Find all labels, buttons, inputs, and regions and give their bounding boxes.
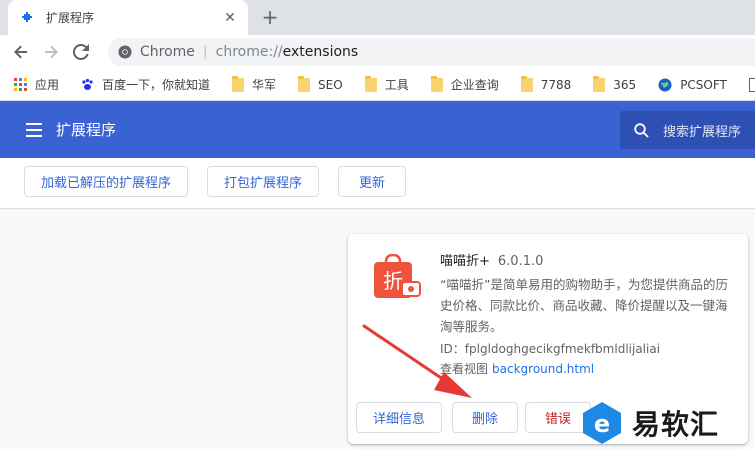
puzzle-icon bbox=[20, 10, 36, 26]
folder-icon bbox=[298, 75, 311, 92]
bookmark-folder-huajun[interactable]: 华军 bbox=[232, 75, 277, 93]
bookmark-folder-company[interactable]: 企业查询 bbox=[430, 75, 499, 93]
omnibox-separator: | bbox=[202, 44, 208, 60]
close-icon[interactable]: ✕ bbox=[222, 10, 238, 26]
load-unpacked-button[interactable]: 加载已解压的扩展程序 bbox=[24, 166, 188, 197]
folder-icon bbox=[593, 75, 606, 92]
bookmark-label: 工具 bbox=[384, 78, 409, 92]
folder-icon bbox=[520, 75, 533, 92]
details-button[interactable]: 详细信息 bbox=[356, 402, 442, 433]
bookmark-page[interactable]: 1 bbox=[748, 77, 755, 92]
bookmark-folder-tools[interactable]: 工具 bbox=[364, 75, 409, 93]
bookmark-pcsoft[interactable]: PCSOFT bbox=[658, 78, 727, 92]
back-arrow-icon bbox=[14, 45, 27, 59]
bookmark-label: 应用 bbox=[35, 78, 60, 92]
extension-version: 6.0.1.0 bbox=[497, 254, 544, 269]
bookmark-label: SEO bbox=[318, 77, 343, 92]
bookmark-baidu[interactable]: 百度一下，你就知道 bbox=[81, 76, 210, 93]
bookmarks-bar: 应用 百度一下，你就知道 华军 SEO 工具 企业查询 7788 365 PCS… bbox=[0, 69, 755, 101]
annotation-arrow-icon bbox=[362, 324, 472, 398]
remove-button[interactable]: 删除 bbox=[452, 402, 518, 433]
extension-icon-text: 折 bbox=[383, 269, 403, 293]
new-tab-button[interactable]: + bbox=[258, 6, 282, 30]
bookmark-folder-7788[interactable]: 7788 bbox=[520, 75, 572, 92]
extension-name: 喵喵折+ 6.0.1.0 bbox=[440, 250, 543, 269]
logo-e-icon: e bbox=[583, 401, 621, 444]
logo-letter: e bbox=[594, 410, 610, 438]
pack-extension-label: 打包扩展程序 bbox=[223, 176, 302, 191]
bookmark-label: PCSOFT bbox=[680, 77, 727, 92]
url-host: extensions bbox=[282, 44, 359, 60]
forward-arrow-icon bbox=[45, 45, 58, 59]
bookmark-folder-seo[interactable]: SEO bbox=[298, 75, 343, 92]
bookmark-label: 7788 bbox=[540, 77, 572, 92]
back-button[interactable] bbox=[6, 37, 36, 67]
chrome-logo-icon bbox=[118, 45, 132, 59]
bookmark-label: 365 bbox=[613, 77, 637, 92]
forward-button[interactable] bbox=[36, 37, 66, 67]
apps-grid-icon bbox=[14, 78, 27, 91]
tab-extensions[interactable]: 扩展程序 ✕ bbox=[8, 0, 248, 35]
toolbar: Chrome | chrome:// extensions bbox=[0, 35, 755, 69]
page-icon bbox=[748, 77, 755, 92]
menu-icon[interactable] bbox=[26, 122, 44, 137]
extension-id-value: fplgldoghgecikgfmekfbmldlijaliai bbox=[464, 342, 661, 356]
page-title: 扩展程序 bbox=[56, 121, 117, 139]
bookmark-folder-365[interactable]: 365 bbox=[593, 75, 637, 92]
remove-label: 删除 bbox=[471, 412, 498, 427]
extension-description: “喵喵折”是简单易用的购物助手，为您提供商品的历史价格、同款比价、商品收藏、降价… bbox=[440, 277, 728, 334]
watermark-logo: e 易软汇 bbox=[580, 396, 755, 449]
address-bar[interactable]: Chrome | chrome:// extensions bbox=[108, 38, 755, 66]
action-bar: 加载已解压的扩展程序 打包扩展程序 更新 bbox=[0, 158, 755, 209]
bookmark-label: 企业查询 bbox=[450, 78, 499, 92]
search-icon bbox=[634, 122, 649, 138]
url-scheme: chrome:// bbox=[215, 44, 283, 60]
bookmark-label: 华军 bbox=[252, 78, 277, 92]
reload-icon bbox=[73, 44, 89, 60]
bookmark-apps[interactable]: 应用 bbox=[14, 76, 59, 93]
site-label: Chrome bbox=[140, 44, 195, 60]
background-page-link[interactable]: background.html bbox=[492, 362, 594, 376]
extensions-header: 扩展程序 搜索扩展程序 bbox=[0, 101, 755, 158]
load-unpacked-label: 加载已解压的扩展程序 bbox=[40, 176, 171, 191]
details-label: 详细信息 bbox=[372, 412, 425, 427]
search-placeholder: 搜索扩展程序 bbox=[663, 124, 742, 140]
globe-icon bbox=[658, 78, 672, 92]
update-label: 更新 bbox=[358, 176, 385, 191]
extension-icon: 折 bbox=[372, 253, 424, 302]
folder-icon bbox=[232, 75, 245, 92]
update-button[interactable]: 更新 bbox=[338, 166, 406, 197]
tab-title: 扩展程序 bbox=[46, 11, 95, 25]
search-extensions-input[interactable]: 搜索扩展程序 bbox=[620, 111, 755, 149]
reload-button[interactable] bbox=[66, 37, 96, 67]
baidu-paw-icon bbox=[81, 78, 94, 91]
watermark-text: 易软汇 bbox=[632, 407, 720, 441]
folder-icon bbox=[430, 75, 443, 92]
errors-label: 错误 bbox=[544, 412, 571, 427]
bookmark-label: 百度一下，你就知道 bbox=[102, 78, 211, 92]
folder-icon bbox=[364, 75, 377, 92]
extension-name-text: 喵喵折+ bbox=[440, 254, 490, 269]
pack-extension-button[interactable]: 打包扩展程序 bbox=[207, 166, 319, 197]
tab-strip: 扩展程序 ✕ + bbox=[0, 0, 755, 35]
